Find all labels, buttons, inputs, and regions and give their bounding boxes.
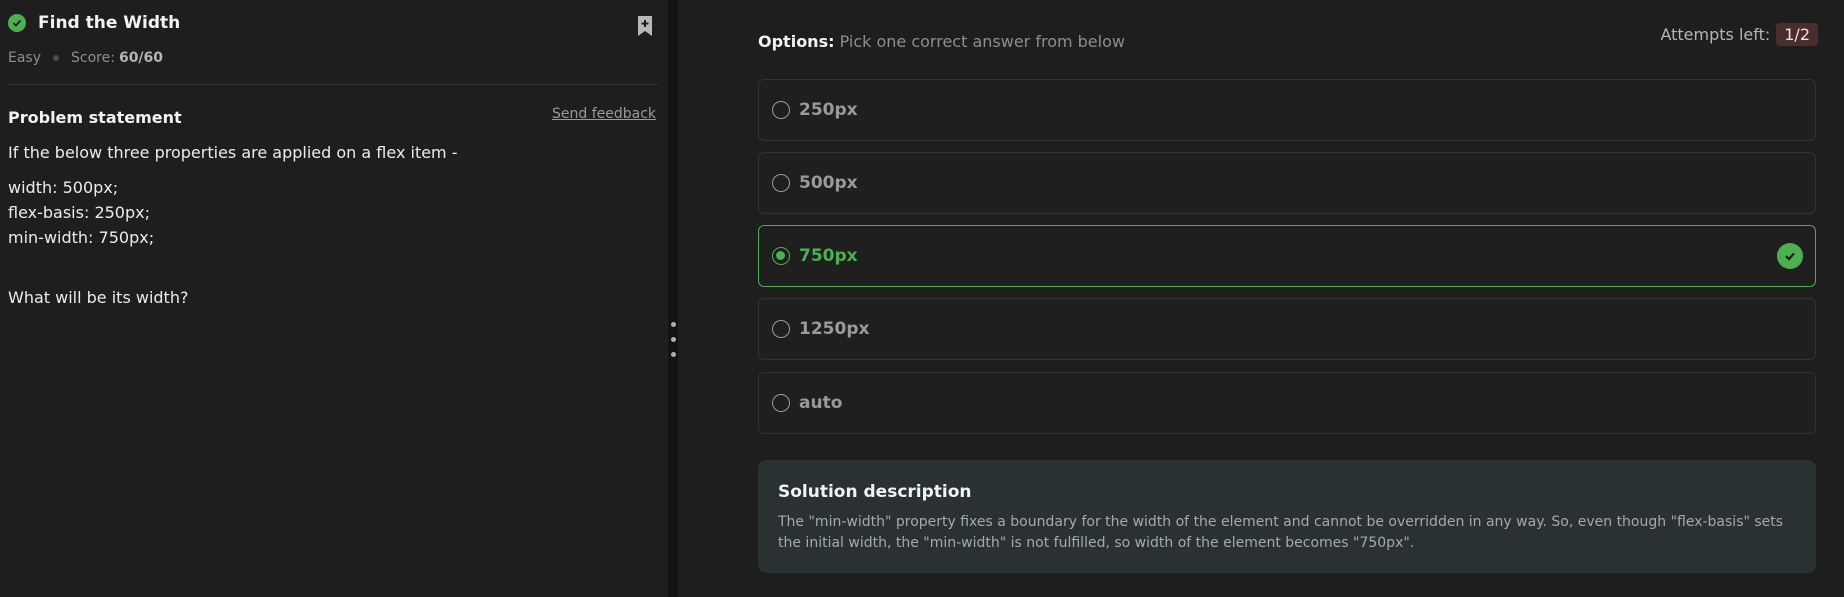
score-label: Score: bbox=[71, 50, 115, 66]
solved-check-icon bbox=[8, 14, 26, 32]
drag-handle-icon[interactable] bbox=[671, 322, 676, 367]
option-label: 250px bbox=[799, 100, 858, 120]
problem-statement-heading: Problem statement bbox=[8, 108, 182, 127]
difficulty-label: Easy bbox=[8, 50, 42, 66]
option-label: 500px bbox=[799, 173, 858, 193]
send-feedback-link[interactable]: Send feedback bbox=[552, 106, 656, 122]
solution-text: The "min-width" property fixes a boundar… bbox=[778, 514, 1784, 551]
code-line: min-width: 750px; bbox=[8, 228, 155, 247]
option-1250px[interactable]: 1250px bbox=[758, 298, 1816, 360]
bookmark-add-icon[interactable] bbox=[636, 15, 654, 41]
options-panel: Options: Pick one correct answer from be… bbox=[678, 0, 1844, 597]
problem-panel: Find the Width Easy Score: 60/60 Problem… bbox=[0, 0, 668, 597]
code-line: flex-basis: 250px; bbox=[8, 203, 150, 222]
correct-check-icon bbox=[1777, 243, 1803, 269]
solution-box: Solution description The "min-width" pro… bbox=[758, 460, 1816, 573]
attempts-label: Attempts left: bbox=[1660, 25, 1771, 44]
radio-button[interactable] bbox=[772, 174, 790, 192]
problem-title: Find the Width bbox=[38, 13, 181, 33]
attempts-indicator: Attempts left: 1/2 bbox=[1660, 23, 1818, 46]
problem-meta: Easy Score: 60/60 bbox=[8, 50, 163, 66]
option-auto[interactable]: auto bbox=[758, 372, 1816, 434]
option-750px[interactable]: 750px bbox=[758, 225, 1816, 287]
radio-button[interactable] bbox=[772, 320, 790, 338]
radio-button-selected[interactable] bbox=[772, 247, 790, 265]
radio-button[interactable] bbox=[772, 101, 790, 119]
option-label: auto bbox=[799, 393, 843, 413]
options-header: Options: Pick one correct answer from be… bbox=[758, 32, 1125, 51]
problem-question: What will be its width? bbox=[8, 288, 189, 307]
option-250px[interactable]: 250px bbox=[758, 79, 1816, 141]
score-value: 60/60 bbox=[118, 50, 164, 66]
option-label: 1250px bbox=[799, 319, 870, 339]
meta-separator bbox=[53, 55, 60, 61]
problem-intro: If the below three properties are applie… bbox=[8, 143, 458, 162]
solution-title: Solution description bbox=[778, 482, 972, 502]
option-label: 750px bbox=[799, 246, 858, 266]
options-heading: Options: bbox=[758, 32, 835, 51]
panel-splitter[interactable] bbox=[668, 0, 678, 597]
option-500px[interactable]: 500px bbox=[758, 152, 1816, 214]
divider bbox=[8, 84, 658, 85]
options-subheading: Pick one correct answer from below bbox=[839, 32, 1125, 51]
attempts-badge: 1/2 bbox=[1776, 23, 1818, 46]
code-line: width: 500px; bbox=[8, 178, 119, 197]
radio-button[interactable] bbox=[772, 394, 790, 412]
title-row: Find the Width bbox=[8, 13, 180, 33]
